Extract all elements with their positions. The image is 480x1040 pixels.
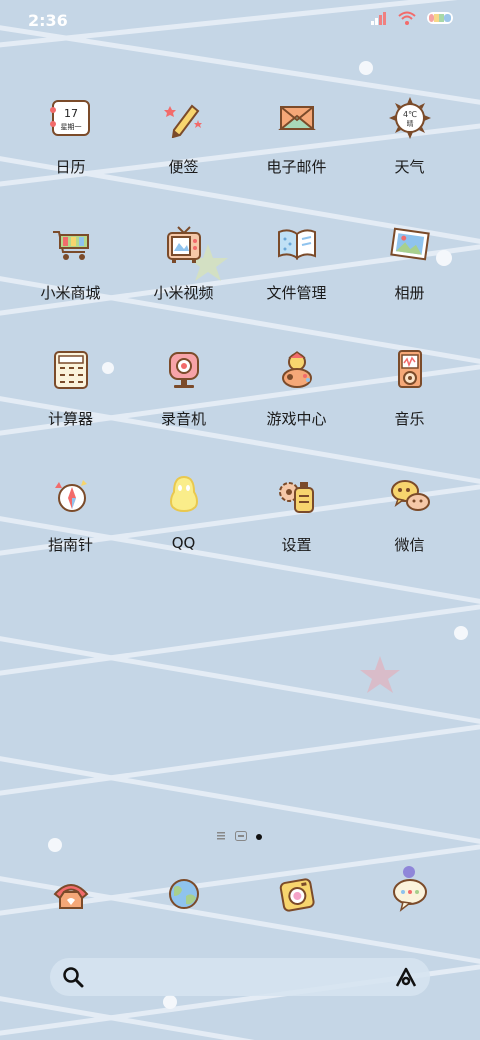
weather-sun-icon: 4℃ 晴 [386,94,434,142]
app-gallery[interactable]: 相册 [353,212,466,338]
app-settings[interactable]: 设置 [240,464,353,590]
status-time: 2:36 [28,11,68,30]
notes-pencil-icon [160,94,208,142]
app-row: 指南针 QQ 设置 微信 [0,464,480,590]
calendar-day: 17 [64,107,78,120]
widget-page-icon[interactable] [235,826,247,845]
app-game-center[interactable]: 游戏中心 [240,338,353,464]
email-envelope-icon [273,94,321,142]
app-row: 小米商城 小米视频 文件管理 相册 [0,212,480,338]
app-label: 便签 [168,158,199,176]
app-label: 日历 [55,158,86,176]
battery-icon [426,10,456,29]
dock-camera[interactable] [240,868,353,924]
app-qq[interactable]: QQ [127,464,240,590]
dock-messages[interactable] [353,868,466,924]
app-grid: 17 星期一 日历 便签 电子邮件 4℃ 晴 天气 小米商城 小米视频 文件管理… [0,86,480,590]
shopping-cart-icon [47,220,95,268]
app-weather[interactable]: 4℃ 晴 天气 [353,86,466,212]
dock-browser[interactable] [127,868,240,924]
app-row: 计算器 录音机 游戏中心 音乐 [0,338,480,464]
browser-globe-icon [164,874,204,918]
status-bar: 2:36 [0,0,480,44]
dock [0,868,480,924]
calendar-icon: 17 星期一 [47,94,95,142]
wifi-icon [398,10,416,29]
app-wechat[interactable]: 微信 [353,464,466,590]
app-label: 微信 [394,536,425,554]
settings-gear-icon [273,472,321,520]
page-dot-active[interactable] [255,826,263,845]
app-label: 天气 [394,158,425,176]
weather-condition: 晴 [406,119,413,128]
app-label: 相册 [394,284,425,302]
phone-icon [51,874,91,918]
file-book-icon [273,220,321,268]
game-center-icon [273,346,321,394]
weather-temp: 4℃ [402,110,416,119]
app-label: 录音机 [160,410,206,428]
app-music[interactable]: 音乐 [353,338,466,464]
app-recorder[interactable]: 录音机 [127,338,240,464]
app-notes[interactable]: 便签 [127,86,240,212]
app-email[interactable]: 电子邮件 [240,86,353,212]
app-row: 17 星期一 日历 便签 电子邮件 4℃ 晴 天气 [0,86,480,212]
wechat-bubbles-icon [386,472,434,520]
page-indicator[interactable] [0,826,480,845]
app-label: 设置 [281,536,312,554]
assistant-icon[interactable] [394,966,418,992]
signal-icon [370,10,388,29]
app-mi-store[interactable]: 小米商城 [14,212,127,338]
qq-penguin-icon [160,472,208,520]
app-label: 游戏中心 [266,410,327,428]
app-file-manager[interactable]: 文件管理 [240,212,353,338]
search-bar[interactable] [50,958,430,996]
dock-phone[interactable] [14,868,127,924]
app-list-icon[interactable] [217,826,227,845]
app-calendar[interactable]: 17 星期一 日历 [14,86,127,212]
app-label: 指南针 [47,536,93,554]
recorder-icon [160,346,208,394]
app-label: 电子邮件 [266,158,327,176]
app-calculator[interactable]: 计算器 [14,338,127,464]
calendar-weekday: 星期一 [60,123,81,131]
app-label: 小米商城 [40,284,101,302]
app-mi-video[interactable]: 小米视频 [127,212,240,338]
search-icon[interactable] [62,966,84,992]
app-label: 计算器 [47,410,93,428]
app-compass[interactable]: 指南针 [14,464,127,590]
compass-icon [47,472,95,520]
music-player-icon [386,346,434,394]
photo-album-icon [386,220,434,268]
app-label: QQ [171,534,196,552]
app-label: 文件管理 [266,284,327,302]
app-label: 小米视频 [153,284,214,302]
messages-icon [390,874,430,918]
tv-video-icon [160,220,208,268]
calculator-icon [47,346,95,394]
camera-icon [277,874,317,918]
app-label: 音乐 [394,410,425,428]
